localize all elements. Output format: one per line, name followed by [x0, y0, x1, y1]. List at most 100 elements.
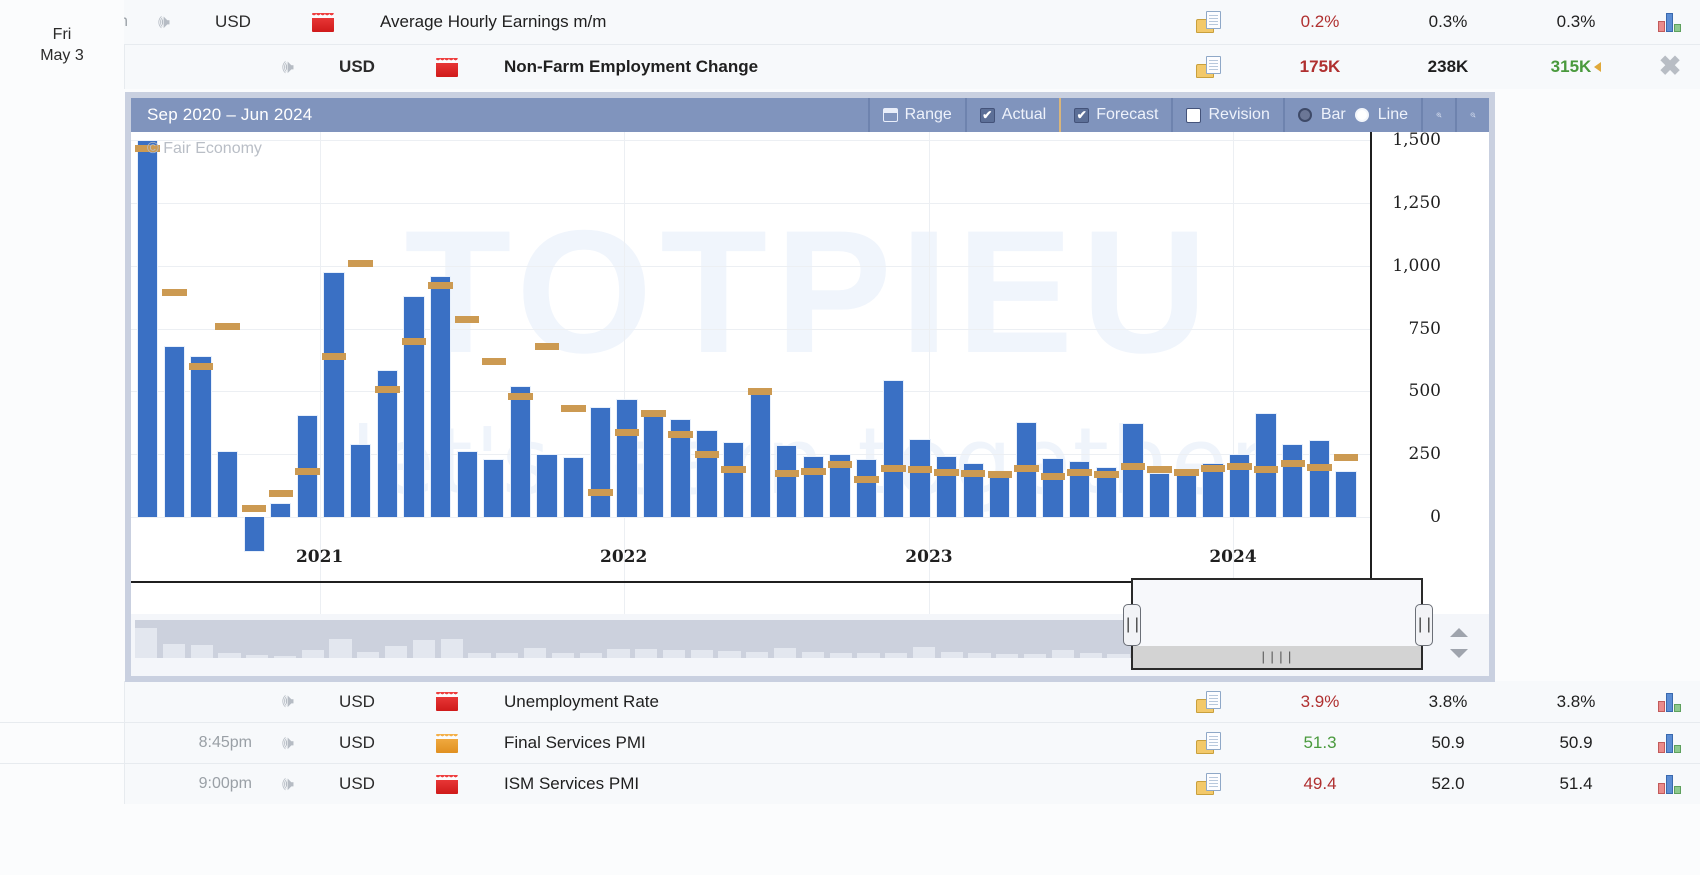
line-option-label[interactable]: Line: [1378, 106, 1408, 124]
zoom-in-button[interactable]: [1421, 98, 1455, 132]
chart-bar[interactable]: [1308, 440, 1331, 518]
event-history-chart-panel[interactable]: Sep 2020 – Jun 2024 Range ✔ Actual ✔ For…: [125, 92, 1495, 682]
chart-bar[interactable]: [350, 444, 372, 518]
chart-bar[interactable]: [1042, 458, 1064, 518]
chart-bar[interactable]: [989, 471, 1011, 518]
chart-bar[interactable]: [429, 275, 452, 518]
chart-bar[interactable]: [163, 346, 185, 518]
detail-folder-icon[interactable]: [1196, 56, 1221, 78]
audio-alert-icon[interactable]: 🕪: [264, 764, 312, 804]
event-forecast-value: 3.8%: [1428, 691, 1468, 711]
event-detail-button[interactable]: [1161, 681, 1256, 722]
chart-bar[interactable]: [1335, 470, 1357, 518]
chart-bar[interactable]: [1175, 470, 1197, 518]
chart-bar[interactable]: [216, 450, 239, 518]
chart-forecast-marker: [215, 323, 240, 331]
event-detail-button[interactable]: [1161, 0, 1256, 44]
calendar-row[interactable]: FriMay 37:30pm🕪USDAverage Hourly Earning…: [0, 0, 1700, 89]
chart-bar[interactable]: [296, 415, 319, 518]
chevron-down-icon[interactable]: [1450, 649, 1468, 658]
chart-forecast-marker: [268, 490, 294, 498]
chart-bar[interactable]: [323, 272, 345, 518]
chart-bar[interactable]: [483, 459, 505, 518]
bar-option-label[interactable]: Bar: [1321, 106, 1346, 124]
chart-bar[interactable]: [776, 445, 798, 518]
chart-bar[interactable]: [270, 503, 292, 518]
chart-bar[interactable]: [403, 295, 425, 518]
calendar-row[interactable]: 9:00pm 🕪 USD ISM Services PMI 49.4 52.0 51.4: [0, 763, 1700, 804]
event-graph-button[interactable]: [1640, 681, 1700, 722]
chart-bar[interactable]: [722, 441, 745, 518]
detail-folder-icon[interactable]: [1196, 690, 1221, 713]
audio-alert-icon[interactable]: 🕪: [264, 681, 312, 722]
zoom-out-button[interactable]: [1455, 98, 1489, 132]
chart-range-slider[interactable]: |||| || ||: [131, 578, 1489, 676]
range-button[interactable]: Range: [867, 98, 965, 132]
range-window-grip-bar[interactable]: ||||: [1133, 646, 1421, 668]
event-title[interactable]: Unemployment Rate: [492, 681, 1161, 722]
chart-bar[interactable]: [137, 140, 159, 518]
event-graph-button[interactable]: [1640, 723, 1700, 763]
chart-range-title: Sep 2020 – Jun 2024: [147, 105, 313, 124]
event-title[interactable]: Non-Farm Employment Change: [492, 45, 1161, 89]
chart-bar[interactable]: [909, 439, 931, 518]
event-graph-button[interactable]: [1640, 0, 1700, 44]
event-detail-button[interactable]: [1161, 764, 1256, 804]
chart-bar[interactable]: [1122, 422, 1144, 518]
event-title[interactable]: Final Services PMI: [492, 723, 1161, 763]
y-axis-tick-label: 0: [1430, 507, 1441, 528]
audio-alert-icon[interactable]: 🕪: [264, 45, 312, 89]
range-selection-window[interactable]: ||||: [1131, 578, 1423, 670]
chart-bar[interactable]: [616, 398, 638, 518]
event-graph-button[interactable]: ✖: [1640, 45, 1700, 89]
range-preview-bar: [1107, 653, 1130, 658]
chart-bar[interactable]: [749, 391, 771, 518]
event-graph-button[interactable]: [1640, 764, 1700, 804]
chart-bar[interactable]: [509, 386, 532, 518]
event-detail-button[interactable]: [1161, 723, 1256, 763]
range-handle-right[interactable]: ||: [1415, 604, 1434, 646]
revision-toggle[interactable]: Revision: [1171, 98, 1282, 132]
chart-inner: Sep 2020 – Jun 2024 Range ✔ Actual ✔ For…: [131, 98, 1489, 676]
range-height-stepper[interactable]: [1447, 628, 1471, 658]
chart-bar[interactable]: [882, 380, 904, 518]
chart-plot-area[interactable]: TOTPIEU let's learn together © Fair Econ…: [131, 130, 1489, 630]
graph-icon[interactable]: [1658, 692, 1682, 712]
chevron-up-icon[interactable]: [1450, 628, 1468, 637]
radio-line-icon[interactable]: [1354, 108, 1369, 122]
chart-bar[interactable]: [802, 455, 825, 518]
calendar-row[interactable]: 8:45pm 🕪 USD Final Services PMI 51.3 50.9 50.9: [0, 722, 1700, 763]
chart-bar[interactable]: [642, 411, 665, 518]
chart-bar[interactable]: [456, 450, 478, 518]
detail-folder-icon[interactable]: [1196, 773, 1221, 795]
audio-alert-icon[interactable]: 🕪: [264, 723, 312, 763]
audio-alert-icon[interactable]: 🕪: [140, 0, 188, 44]
event-title[interactable]: Average Hourly Earnings m/m: [368, 0, 1161, 44]
chart-bar[interactable]: [1148, 473, 1171, 518]
y-axis-tick-label: 500: [1408, 381, 1441, 402]
graph-icon[interactable]: [1658, 12, 1682, 32]
forecast-toggle[interactable]: ✔ Forecast: [1059, 98, 1171, 132]
graph-icon[interactable]: [1658, 733, 1682, 753]
chart-bar[interactable]: [589, 406, 612, 518]
detail-folder-icon[interactable]: [1196, 732, 1221, 754]
range-handle-left[interactable]: ||: [1123, 604, 1142, 646]
radio-bar-icon[interactable]: [1297, 108, 1312, 122]
chart-type-group[interactable]: Bar Line: [1282, 98, 1421, 132]
graph-icon[interactable]: [1658, 774, 1682, 794]
chart-bar[interactable]: [696, 430, 718, 518]
calendar-row[interactable]: 🕪 USD Unemployment Rate 3.9% 3.8% 3.8%: [0, 681, 1700, 722]
close-icon[interactable]: ✖: [1658, 53, 1682, 80]
chart-bar[interactable]: [1282, 444, 1304, 518]
chart-bar[interactable]: [563, 456, 585, 518]
chart-bar[interactable]: [190, 356, 212, 518]
detail-folder-icon[interactable]: [1196, 11, 1221, 33]
chart-bar[interactable]: [856, 459, 878, 518]
chart-bar[interactable]: [1255, 412, 1277, 518]
event-detail-button[interactable]: [1161, 45, 1256, 89]
chart-bar[interactable]: [536, 454, 558, 518]
actual-toggle[interactable]: ✔ Actual: [964, 98, 1059, 132]
chart-bar[interactable]: [935, 455, 958, 518]
calendar-row[interactable]: 🕪 USD Non-Farm Employment Change 175K 238K 31…: [0, 44, 1700, 89]
event-title[interactable]: ISM Services PMI: [492, 764, 1161, 804]
